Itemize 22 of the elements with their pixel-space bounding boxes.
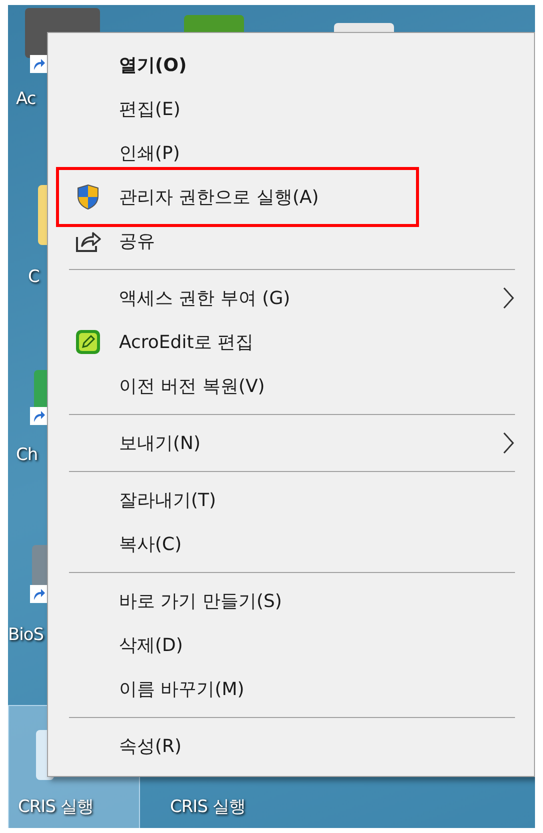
desktop-icon-label[interactable]: Ac — [16, 89, 36, 109]
menu-item[interactable]: 잘라내기(T) — [48, 478, 534, 522]
desktop-icon-label[interactable]: C — [28, 267, 40, 287]
menu-item[interactable]: 이름 바꾸기(M) — [48, 667, 534, 711]
menu-item[interactable]: 관리자 권한으로 실행(A) — [48, 175, 416, 219]
shield-icon — [76, 184, 100, 210]
menu-item[interactable]: 공유 — [48, 219, 534, 263]
menu-item[interactable]: 액세스 권한 부여 (G) — [48, 276, 534, 320]
desktop-icon-label[interactable]: CRIS 실행 — [170, 795, 246, 818]
menu-item[interactable]: 열기(O) — [48, 43, 534, 87]
desktop-icon-label[interactable]: BioS — [8, 625, 44, 645]
menu-item[interactable]: 이전 버전 복원(V) — [48, 364, 534, 408]
menu-item[interactable]: 보내기(N) — [48, 421, 534, 465]
menu-item[interactable]: 인쇄(P) — [48, 131, 534, 175]
menu-item[interactable]: 복사(C) — [48, 522, 534, 566]
menu-item[interactable]: 바로 가기 만들기(S) — [48, 579, 534, 623]
share-icon — [74, 229, 102, 253]
pencil-icon — [74, 329, 100, 355]
menu-item[interactable]: AcroEdit로 편집 — [48, 320, 534, 364]
menu-item[interactable]: 편집(E) — [48, 87, 534, 131]
menu-item[interactable]: 삭제(D) — [48, 623, 534, 667]
menu-item[interactable]: 속성(R) — [48, 724, 534, 768]
